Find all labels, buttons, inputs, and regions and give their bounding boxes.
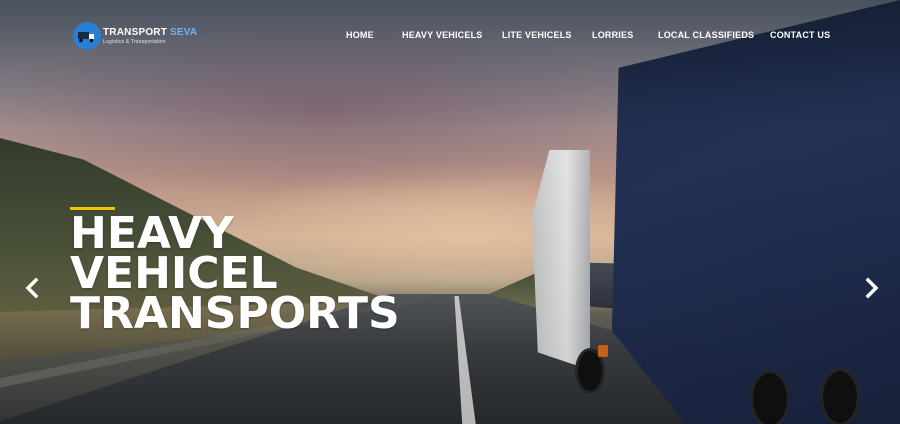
hero-headline: HEAVY VEHICEL TRANSPORTS xyxy=(70,212,400,339)
chevron-right-icon xyxy=(865,277,879,299)
chevron-left-icon xyxy=(25,277,39,299)
nav-item-heavy-vehicels[interactable]: HEAVY VEHICELS xyxy=(402,30,483,40)
headline-line-3: TRANSPORTS xyxy=(70,288,400,339)
nav-item-home[interactable]: HOME xyxy=(346,30,374,40)
slider-next-button[interactable] xyxy=(860,274,884,302)
nav-item-lite-vehicels[interactable]: LITE VEHICELS xyxy=(502,30,572,40)
slider-prev-button[interactable] xyxy=(20,274,44,302)
nav-item-lorries[interactable]: LORRIES xyxy=(592,30,633,40)
nav-item-contact-us[interactable]: CONTACT US xyxy=(770,30,830,40)
nav-item-local-classifieds[interactable]: LOCAL CLASSIFIEDS xyxy=(658,30,754,40)
main-navigation: HOME HEAVY VEHICELS LITE VEHICELS LORRIE… xyxy=(0,30,900,44)
